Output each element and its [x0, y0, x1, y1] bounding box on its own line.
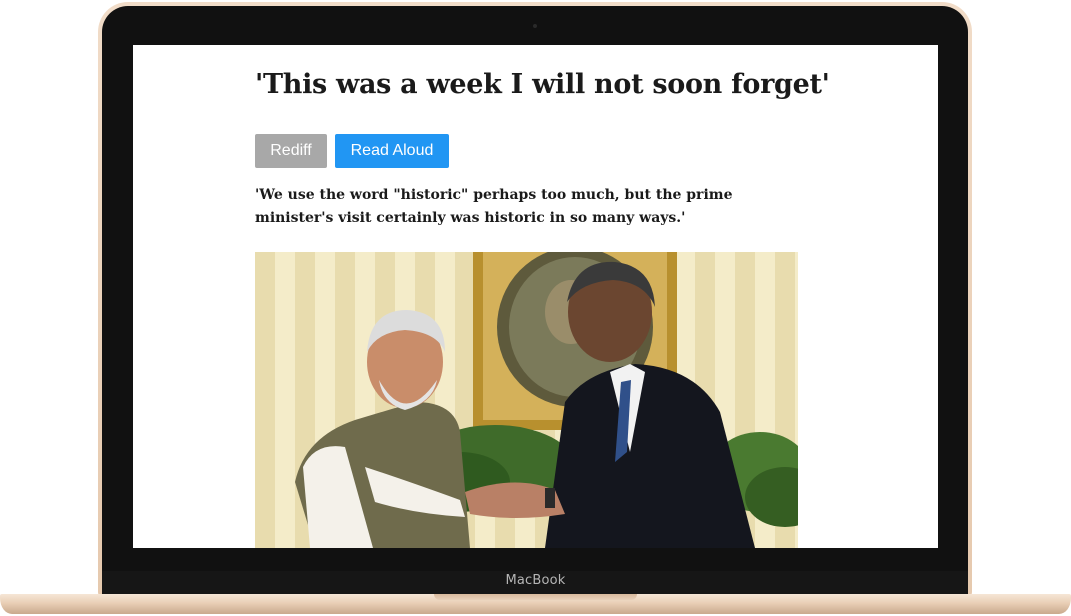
camera-icon	[533, 24, 537, 28]
browser-screen: 'This was a week I will not soon forget'…	[133, 45, 938, 548]
brand-label: MacBook	[505, 573, 566, 588]
read-aloud-button[interactable]: Read Aloud	[335, 134, 449, 168]
laptop-mockup: 'This was a week I will not soon forget'…	[0, 0, 1071, 616]
rediff-button[interactable]: Rediff	[255, 134, 327, 168]
article-headline: 'This was a week I will not soon forget'	[255, 69, 830, 100]
article-summary: 'We use the word "historic" perhaps too …	[255, 187, 733, 226]
article-photo-illustration	[295, 252, 798, 548]
laptop-notch	[434, 594, 637, 600]
article-photo	[255, 252, 798, 548]
